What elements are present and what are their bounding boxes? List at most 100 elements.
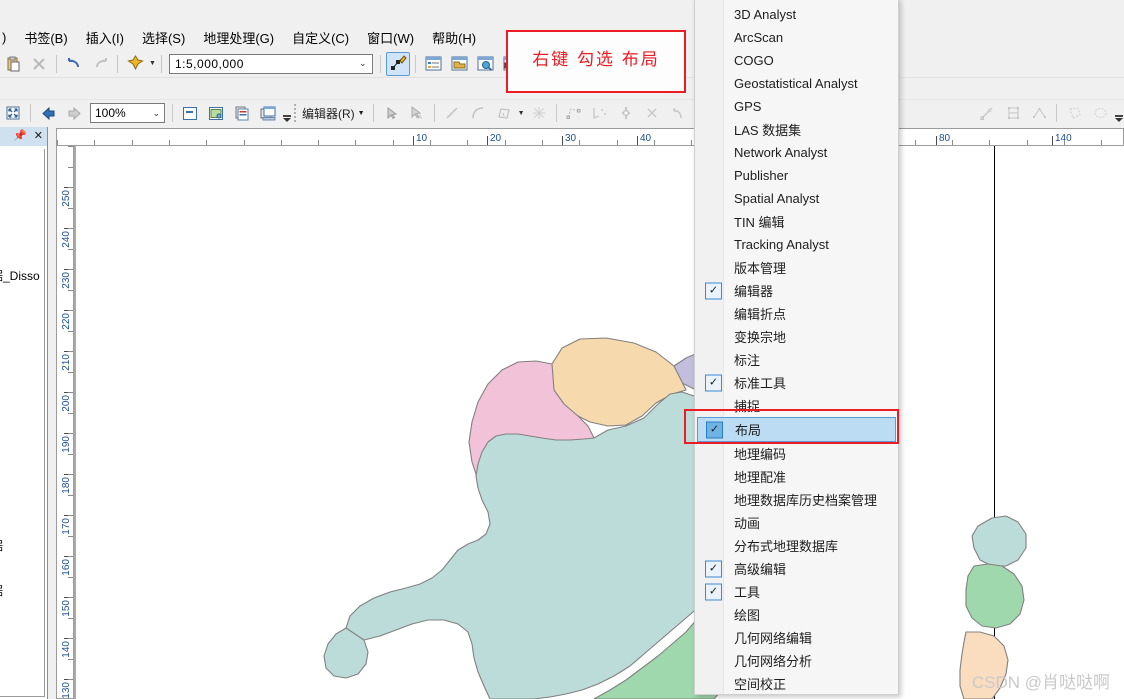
straight-segment-icon[interactable] <box>440 101 464 125</box>
list-item[interactable]: 据 <box>0 582 3 599</box>
toggle-draft-mode-icon[interactable] <box>256 101 280 125</box>
close-icon[interactable]: ✕ <box>34 131 43 142</box>
menu-item-1[interactable]: ArcScan <box>695 26 898 49</box>
menu-item-bookmarks[interactable]: 书签(B) <box>15 26 76 49</box>
menu-item-29[interactable]: 空间校正 <box>695 672 898 694</box>
menu-item-25[interactable]: ✓ 工具 <box>695 580 898 603</box>
add-data-icon[interactable] <box>123 52 147 76</box>
pin-icon[interactable]: 📌 <box>13 131 27 142</box>
checkbox-checked-icon[interactable]: ✓ <box>705 374 722 391</box>
advanced-toolbar-overflow-button[interactable] <box>1113 102 1124 124</box>
chevron-down-icon[interactable]: ▼ <box>358 110 365 117</box>
editor-menu-button[interactable]: 编辑器(R) ▼ <box>298 105 369 122</box>
menu-item-17[interactable]: 捕捉 <box>695 394 898 417</box>
menu-item-11[interactable]: 版本管理 <box>695 256 898 279</box>
list-item[interactable]: 据_Disso <box>0 267 40 284</box>
menu-item-customize[interactable]: 自定义(C) <box>283 26 358 49</box>
measure-icon[interactable] <box>975 101 999 125</box>
chevron-down-icon[interactable]: ▼ <box>148 52 157 76</box>
ruler-label: 40 <box>640 133 652 144</box>
menu-item-18[interactable]: ✓ 布局 <box>697 417 896 442</box>
chevron-down-icon[interactable]: ⌄ <box>152 108 160 119</box>
toolbars-context-menu[interactable]: 3D Analyst ArcScan COGO Geostatistical Anal… <box>694 0 899 695</box>
menu-item-21[interactable]: 地理数据库历史档案管理 <box>695 488 898 511</box>
checkbox-checked-icon[interactable]: ✓ <box>705 560 722 577</box>
vertical-ruler[interactable]: 2502402302202102001901801701601501401301… <box>56 146 74 699</box>
menu-item-15[interactable]: 标注 <box>695 348 898 371</box>
data-driven-pages-icon[interactable] <box>230 101 254 125</box>
align-icon[interactable] <box>1001 101 1025 125</box>
menu-item-13[interactable]: 编辑折点 <box>695 302 898 325</box>
ruler-minor-tick <box>281 140 282 145</box>
menu-item-3[interactable]: Geostatistical Analyst <box>695 72 898 95</box>
edit-tool-icon[interactable] <box>379 101 403 125</box>
menu-item-14[interactable]: 变换宗地 <box>695 325 898 348</box>
menu-item-9[interactable]: TIN 编辑 <box>695 210 898 233</box>
menu-item-19[interactable]: 地理编码 <box>695 442 898 465</box>
buffer-icon[interactable] <box>1062 101 1086 125</box>
menu-item-7[interactable]: Publisher <box>695 164 898 187</box>
menu-item-10[interactable]: Tracking Analyst <box>695 233 898 256</box>
menu-item-6[interactable]: Network Analyst <box>695 141 898 164</box>
edit-annotation-icon[interactable]: A <box>405 101 429 125</box>
trace-icon[interactable] <box>492 101 516 125</box>
menu-item-5[interactable]: LAS 数据集 <box>695 118 898 141</box>
edit-vertices-icon[interactable] <box>562 101 586 125</box>
checkbox-checked-icon[interactable]: ✓ <box>705 583 722 600</box>
menu-item-list[interactable]: 3D Analyst ArcScan COGO Geostatistical Anal… <box>695 0 898 694</box>
undo-icon[interactable] <box>62 52 86 76</box>
list-item[interactable]: 据 <box>0 537 3 554</box>
change-layout-icon[interactable] <box>204 101 228 125</box>
menu-item-16[interactable]: ✓ 标准工具 <box>695 371 898 394</box>
menu-item-0[interactable]: ) <box>0 28 15 47</box>
redo-icon[interactable] <box>88 52 112 76</box>
menu-item-2[interactable]: COGO <box>695 49 898 72</box>
construction-icon[interactable] <box>527 101 551 125</box>
forward-extent-icon[interactable] <box>62 101 86 125</box>
menu-item-geoprocessing[interactable]: 地理处理(G) <box>194 26 283 49</box>
menu-item-0[interactable]: 3D Analyst <box>695 3 898 26</box>
menu-item-26[interactable]: 绘图 <box>695 603 898 626</box>
distribute-icon[interactable] <box>1027 101 1051 125</box>
chevron-down-icon[interactable]: ⌄ <box>359 58 367 69</box>
table-of-contents-icon[interactable] <box>421 52 445 76</box>
paste-icon[interactable] <box>1 52 25 76</box>
editor-toolbar-icon[interactable] <box>386 51 410 76</box>
menu-item-28[interactable]: 几何网络分析 <box>695 649 898 672</box>
focus-data-frame-icon[interactable] <box>178 101 202 125</box>
checkbox-checked-icon[interactable]: ✓ <box>706 421 723 438</box>
menu-item-20[interactable]: 地理配准 <box>695 465 898 488</box>
search-window-icon[interactable] <box>473 52 497 76</box>
menu-item-12[interactable]: ✓ 编辑器 <box>695 279 898 302</box>
menu-item-8[interactable]: Spatial Analyst <box>695 187 898 210</box>
menu-item-24[interactable]: ✓ 高级编辑 <box>695 557 898 580</box>
layout-zoom-combobox[interactable]: 100% ⌄ <box>90 103 165 123</box>
menu-item-selection[interactable]: 选择(S) <box>133 26 194 49</box>
menu-item-help[interactable]: 帮助(H) <box>423 26 485 49</box>
split-icon[interactable] <box>614 101 638 125</box>
layout-canvas[interactable] <box>74 146 1124 699</box>
menu-item-27[interactable]: 几何网络编辑 <box>695 626 898 649</box>
menu-item-4[interactable]: GPS <box>695 95 898 118</box>
layout-page[interactable] <box>74 146 1124 699</box>
delete-icon[interactable] <box>27 52 51 76</box>
menu-item-insert[interactable]: 插入(I) <box>77 26 133 49</box>
checkbox-checked-icon[interactable]: ✓ <box>705 282 722 299</box>
back-extent-icon[interactable] <box>36 101 60 125</box>
map-scale-combobox[interactable]: 1:5,000,000 ⌄ <box>169 53 373 74</box>
toc-tree[interactable]: 据_Disso 据 据 ▭ <box>0 149 45 697</box>
layout-toolbar-overflow-button[interactable] <box>281 102 292 124</box>
undo-edit-icon[interactable] <box>666 101 690 125</box>
chevron-down-icon[interactable]: ▼ <box>517 101 526 125</box>
layout-map-frame[interactable] <box>74 146 1124 699</box>
rotate-icon[interactable] <box>640 101 664 125</box>
trace-polygon-icon[interactable] <box>1088 101 1112 125</box>
zoom-whole-page-icon[interactable] <box>1 101 25 125</box>
horizontal-ruler[interactable]: 1020304050607080140150160170180190 <box>56 128 1124 146</box>
menu-item-22[interactable]: 动画 <box>695 511 898 534</box>
reshape-icon[interactable] <box>588 101 612 125</box>
catalog-icon[interactable] <box>447 52 471 76</box>
menu-item-23[interactable]: 分布式地理数据库 <box>695 534 898 557</box>
endpoint-arc-icon[interactable] <box>466 101 490 125</box>
menu-item-window[interactable]: 窗口(W) <box>358 26 423 49</box>
